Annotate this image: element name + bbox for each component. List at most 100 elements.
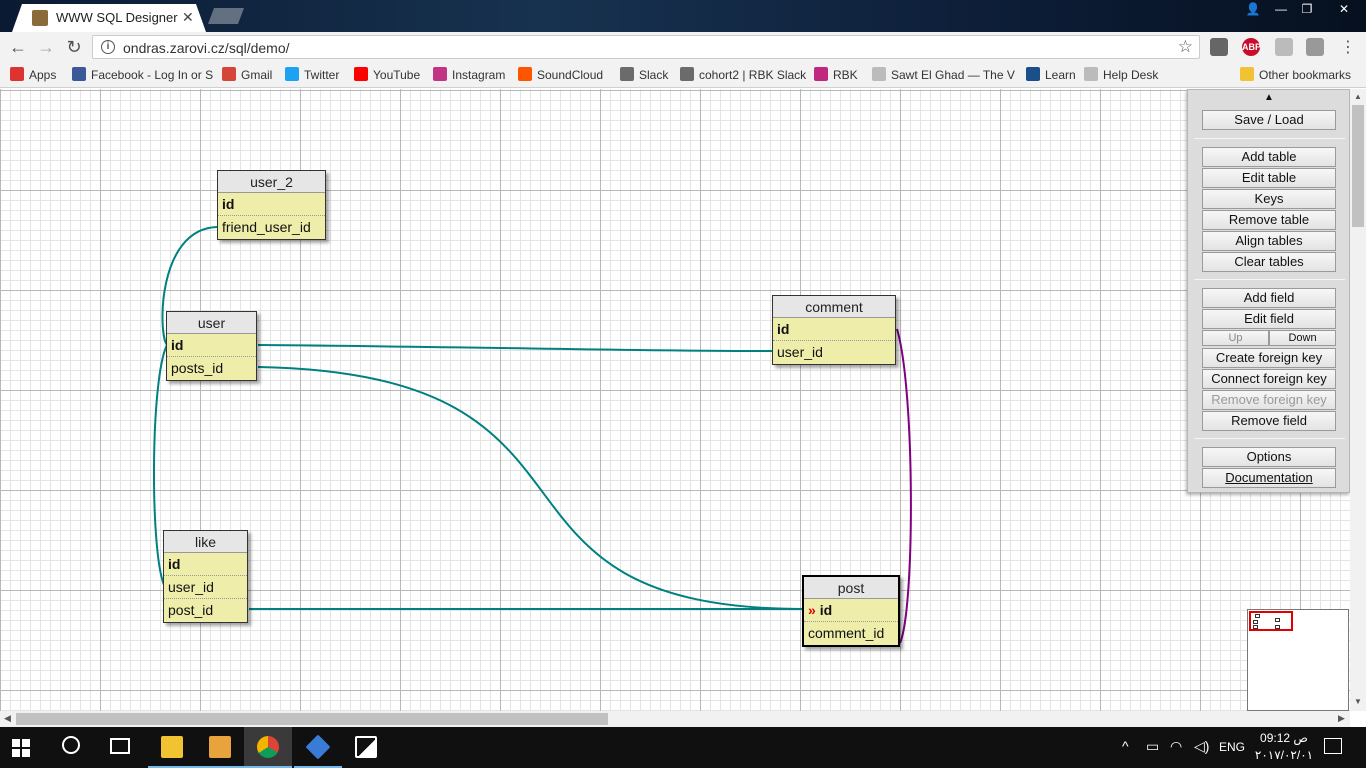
back-icon[interactable]: ←	[8, 37, 28, 58]
image-icon	[355, 736, 377, 758]
bookmark-item[interactable]: Sawt El Ghad — The V	[872, 67, 1015, 82]
horizontal-scroll-thumb[interactable]	[16, 713, 608, 725]
save-load-button[interactable]: Save / Load	[1202, 110, 1336, 130]
file-explorer-app[interactable]	[148, 727, 196, 768]
bookmark-item[interactable]: YouTube	[354, 67, 420, 82]
address-bar[interactable]: i ondras.zarovi.cz/sql/demo/ ☆	[92, 35, 1200, 59]
horizontal-scrollbar[interactable]: ◀ ▶	[0, 711, 1350, 727]
create-foreign-key-button[interactable]: Create foreign key	[1202, 348, 1336, 368]
bookmark-item[interactable]: Twitter	[285, 67, 339, 82]
bookmark-item[interactable]: Apps	[10, 67, 56, 82]
keys-button[interactable]: Keys	[1202, 189, 1336, 209]
wifi-icon[interactable]: ◠	[1170, 738, 1182, 755]
chrome-app[interactable]	[244, 727, 292, 768]
restore-icon[interactable]: ❐	[1294, 0, 1320, 18]
bookmark-item[interactable]: Learn	[1026, 67, 1076, 82]
scroll-right-icon[interactable]: ▶	[1338, 713, 1345, 724]
collapse-arrow-icon[interactable]: ▲	[1264, 92, 1274, 103]
bookmark-item[interactable]: Instagram	[433, 67, 505, 82]
extension-icon[interactable]	[1210, 38, 1228, 56]
clock-date[interactable]: ٢٠١٧/٠٢/٠١	[1254, 748, 1314, 762]
bookmark-star-icon[interactable]: ☆	[1178, 37, 1193, 57]
bookmark-item[interactable]: Help Desk	[1084, 67, 1158, 82]
notifications-icon[interactable]	[1324, 738, 1342, 754]
minimap[interactable]	[1247, 609, 1349, 711]
table-comment[interactable]: comment id user_id	[772, 295, 896, 365]
tab-close-icon[interactable]: ✕	[182, 9, 194, 26]
documentation-button[interactable]: Documentation	[1202, 468, 1336, 488]
battery-icon[interactable]: ▭	[1146, 738, 1159, 755]
show-hidden-icons-icon[interactable]: ^	[1122, 738, 1129, 754]
edit-table-button[interactable]: Edit table	[1202, 168, 1336, 188]
table-title[interactable]: user	[167, 312, 256, 334]
clock-time[interactable]: 09:12 ص	[1258, 731, 1310, 745]
table-field[interactable]: id	[164, 553, 247, 576]
table-field[interactable]: » id	[804, 599, 898, 622]
window-close-icon[interactable]: ✕	[1326, 0, 1362, 18]
extension-icon[interactable]	[1275, 38, 1293, 56]
move-down-button[interactable]: Down	[1269, 330, 1336, 346]
table-title[interactable]: like	[164, 531, 247, 553]
remove-table-button[interactable]: Remove table	[1202, 210, 1336, 230]
bookmark-item[interactable]: RBK	[814, 67, 858, 82]
align-tables-button[interactable]: Align tables	[1202, 231, 1336, 251]
table-field[interactable]: id	[218, 193, 325, 216]
extension-icon[interactable]	[1306, 38, 1324, 56]
table-field[interactable]: post_id	[164, 599, 247, 622]
table-title[interactable]: post	[804, 577, 898, 599]
other-bookmarks[interactable]: Other bookmarks	[1240, 67, 1351, 82]
volume-icon[interactable]: ◁)	[1194, 738, 1209, 755]
connect-foreign-key-button[interactable]: Connect foreign key	[1202, 369, 1336, 389]
table-field[interactable]: id	[167, 334, 256, 357]
table-title[interactable]: comment	[773, 296, 895, 318]
language-indicator[interactable]: ENG	[1219, 740, 1245, 754]
gitkraken-app[interactable]	[294, 727, 342, 768]
task-view-icon[interactable]	[110, 738, 130, 754]
table-title[interactable]: user_2	[218, 171, 325, 193]
clear-tables-button[interactable]: Clear tables	[1202, 252, 1336, 272]
menu-icon[interactable]: ⋮	[1340, 37, 1356, 57]
photos-app[interactable]	[342, 727, 390, 768]
schema-canvas[interactable]: user_2 id friend_user_id user id posts_i…	[0, 89, 1350, 711]
adblock-icon[interactable]: ABP	[1242, 38, 1261, 56]
add-field-button[interactable]: Add field	[1202, 288, 1336, 308]
url-text[interactable]: ondras.zarovi.cz/sql/demo/	[123, 40, 290, 56]
table-user[interactable]: user id posts_id	[166, 311, 257, 381]
move-up-button[interactable]: Up	[1202, 330, 1269, 346]
table-field[interactable]: comment_id	[804, 622, 898, 645]
scroll-up-icon[interactable]: ▲	[1354, 92, 1362, 101]
profile-icon[interactable]: 👤	[1240, 0, 1266, 18]
table-field[interactable]: posts_id	[167, 357, 256, 380]
remove-field-button[interactable]: Remove field	[1202, 411, 1336, 431]
reload-icon[interactable]: ↻	[64, 37, 84, 58]
table-field[interactable]: friend_user_id	[218, 216, 325, 239]
table-field[interactable]: user_id	[773, 341, 895, 364]
info-icon[interactable]: i	[101, 40, 115, 54]
table-like[interactable]: like id user_id post_id	[163, 530, 248, 623]
edit-field-button[interactable]: Edit field	[1202, 309, 1336, 329]
bookmark-item[interactable]: Slack	[620, 67, 668, 82]
table-field[interactable]: id	[773, 318, 895, 341]
scroll-left-icon[interactable]: ◀	[4, 713, 11, 724]
vertical-scrollbar[interactable]: ▲ ▼	[1350, 89, 1366, 711]
table-field[interactable]: user_id	[164, 576, 247, 599]
add-table-button[interactable]: Add table	[1202, 147, 1336, 167]
search-icon[interactable]	[62, 736, 80, 754]
minimize-icon[interactable]: —	[1268, 0, 1294, 18]
table-user_2[interactable]: user_2 id friend_user_id	[217, 170, 326, 240]
windows-start-icon[interactable]	[12, 739, 30, 757]
scroll-down-icon[interactable]: ▼	[1354, 697, 1362, 706]
sublime-app[interactable]	[196, 727, 244, 768]
table-post[interactable]: post » id comment_id	[802, 575, 900, 647]
forward-icon[interactable]: →	[36, 37, 56, 58]
minimap-table	[1275, 625, 1280, 629]
vertical-scroll-thumb[interactable]	[1352, 105, 1364, 227]
bookmark-item[interactable]: SoundCloud	[518, 67, 603, 82]
tab-active[interactable]: WWW SQL Designer ✕	[12, 4, 206, 32]
remove-foreign-key-button[interactable]: Remove foreign key	[1202, 390, 1336, 410]
bookmark-item[interactable]: cohort2 | RBK Slack	[680, 67, 806, 82]
bookmark-item[interactable]: Facebook - Log In or S	[72, 67, 213, 82]
bookmark-item[interactable]: Gmail	[222, 67, 272, 82]
new-tab-button[interactable]	[208, 8, 244, 24]
options-button[interactable]: Options	[1202, 447, 1336, 467]
